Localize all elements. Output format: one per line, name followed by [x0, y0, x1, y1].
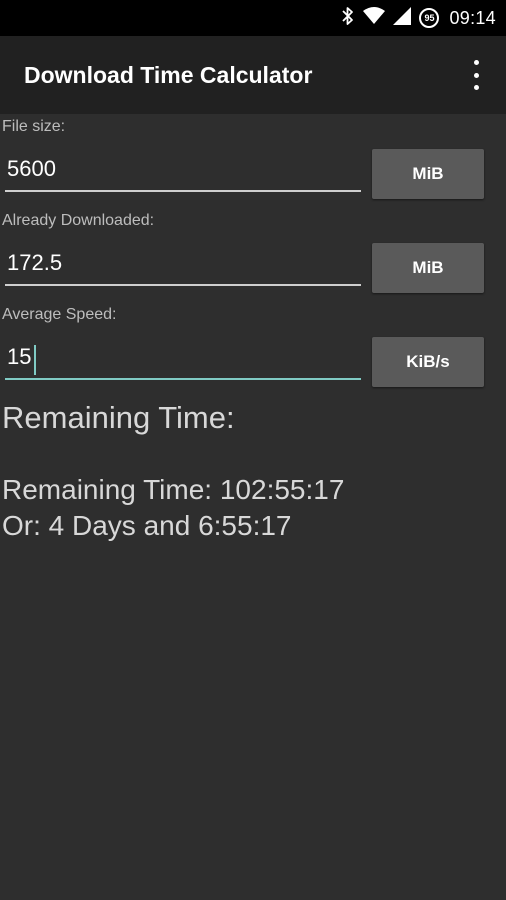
status-time: 09:14	[449, 7, 496, 28]
battery-icon: 95	[419, 8, 440, 28]
text-cursor	[34, 345, 36, 375]
average-speed-unit-button[interactable]: KiB/s	[372, 337, 484, 387]
file-size-input[interactable]	[5, 148, 361, 192]
bluetooth-icon	[341, 6, 355, 30]
battery-level: 95	[424, 13, 435, 23]
wifi-icon	[363, 7, 386, 29]
app-title: Download Time Calculator	[24, 62, 313, 88]
file-size-label: File size:	[2, 118, 66, 135]
already-downloaded-label: Already Downloaded:	[2, 212, 155, 229]
already-downloaded-input[interactable]	[5, 242, 361, 286]
average-speed-input[interactable]	[5, 336, 361, 380]
status-bar: 95 09:14	[0, 0, 506, 36]
signal-icon	[393, 7, 412, 29]
result-heading: Remaining Time:	[2, 400, 235, 435]
app-bar: Download Time Calculator	[0, 36, 506, 114]
average-speed-label: Average Speed:	[2, 306, 117, 323]
menu-dot	[473, 72, 479, 78]
already-downloaded-unit-button[interactable]: MiB	[372, 243, 484, 293]
file-size-unit-button[interactable]: MiB	[372, 149, 484, 199]
menu-dot	[473, 85, 479, 90]
status-icons: 95 09:14	[341, 0, 496, 36]
menu-dot	[473, 60, 479, 65]
overflow-menu-icon[interactable]	[464, 60, 488, 90]
remaining-time-result: Remaining Time: 102:55:17	[2, 474, 345, 505]
remaining-days-result: Or: 4 Days and 6:55:17	[2, 510, 292, 541]
